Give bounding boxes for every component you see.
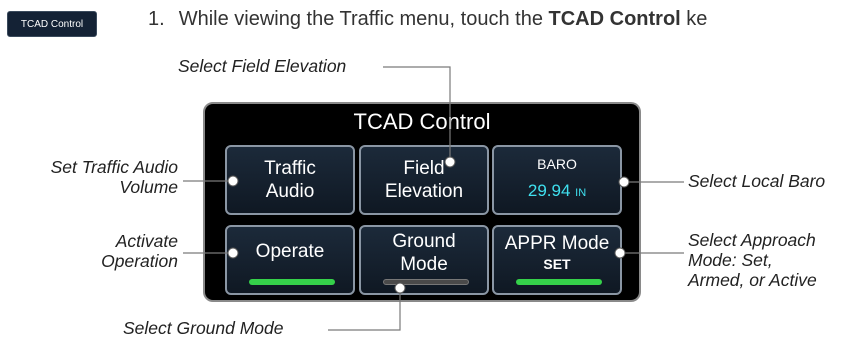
dot-operate [227, 247, 239, 259]
dot-traffic-audio [227, 175, 239, 187]
dot-ground [394, 282, 406, 294]
dot-field-elevation [444, 156, 456, 168]
leader-field-elevation [383, 66, 451, 162]
dot-baro [618, 176, 630, 188]
dot-approach [614, 247, 626, 259]
leader-lines [183, 66, 684, 331]
leader-ground [328, 288, 401, 331]
